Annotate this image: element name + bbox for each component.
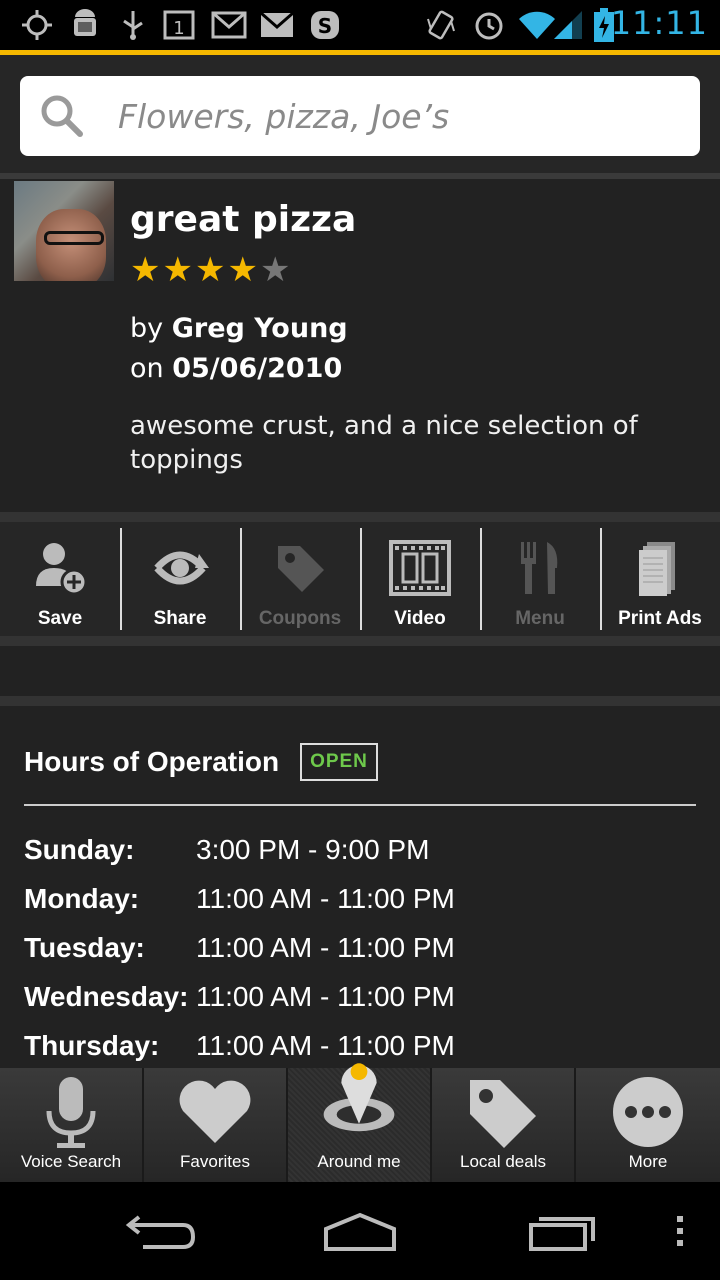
back-icon[interactable] — [120, 1206, 200, 1256]
film-icon — [388, 536, 452, 600]
tab-label: More — [628, 1152, 668, 1171]
action-label: Video — [394, 608, 446, 629]
divider — [0, 696, 720, 706]
coupons-button[interactable]: Coupons — [240, 522, 360, 636]
search-box[interactable] — [20, 76, 700, 156]
search-icon[interactable] — [40, 94, 84, 138]
mail-icon — [258, 8, 296, 42]
star-filled-icon: ★ — [227, 250, 258, 290]
microphone-icon — [31, 1072, 111, 1152]
time-range: 11:00 AM - 11:00 PM — [196, 883, 455, 914]
tab-more[interactable]: More — [576, 1068, 720, 1182]
share-button[interactable]: Share — [120, 522, 240, 636]
review-author[interactable]: Greg Young — [172, 313, 348, 344]
status-clock: 11:11 — [610, 4, 708, 42]
svg-text:1: 1 — [173, 18, 184, 39]
day-label: Thursday: — [24, 1030, 160, 1061]
bottom-tab-bar: Voice Search Favorites Around me Local d… — [0, 1063, 720, 1182]
action-label: Coupons — [258, 608, 342, 629]
tag-icon — [463, 1072, 543, 1152]
usb-icon — [118, 8, 148, 42]
action-label: Print Ads — [618, 608, 702, 629]
home-icon[interactable] — [318, 1206, 402, 1256]
status-badge: OPEN — [300, 743, 378, 781]
time-range: 3:00 PM - 9:00 PM — [196, 834, 430, 865]
divider — [0, 636, 720, 646]
tag-icon — [268, 536, 332, 600]
gmail-icon — [210, 8, 248, 42]
tab-local-deals[interactable]: Local deals — [432, 1068, 576, 1182]
tab-label: Voice Search — [20, 1152, 122, 1171]
star-filled-icon: ★ — [194, 250, 226, 290]
tab-label: Favorites — [180, 1152, 250, 1171]
review-title: great pizza — [130, 199, 357, 240]
hours-section: Hours of Operation OPEN Sunday: 3:00 PM -… — [0, 706, 720, 1068]
action-label: Menu — [515, 608, 565, 629]
action-label: Save — [37, 608, 83, 629]
tab-label: Around me — [317, 1152, 401, 1171]
skype-icon: S — [308, 8, 342, 42]
overflow-menu-icon[interactable] — [668, 1206, 692, 1256]
review-card: great pizza ★ ★ ★ ★ ★ by Greg Young on 05/06… — [0, 179, 720, 512]
signal-icon — [554, 8, 584, 42]
tab-voice-search[interactable]: Voice Search — [0, 1068, 144, 1182]
spacer-band — [0, 646, 720, 696]
search-area — [0, 55, 720, 173]
time-range: 11:00 AM - 11:00 PM — [196, 932, 455, 963]
video-button[interactable]: Video — [360, 522, 480, 636]
tab-label: Local deals — [459, 1152, 546, 1171]
on-prefix: on — [130, 353, 164, 384]
vibrate-icon — [424, 8, 458, 42]
status-bar: 1 S 11:11 — [0, 0, 720, 50]
day-label: Wednesday: — [24, 981, 189, 1012]
by-prefix: by — [130, 313, 164, 344]
hours-divider — [24, 804, 696, 806]
divider — [0, 512, 720, 522]
day-label: Monday: — [24, 883, 140, 914]
menu-button[interactable]: Menu — [480, 522, 600, 636]
review-body: awesome crust, and a nice selection of t… — [130, 411, 638, 475]
recents-icon[interactable] — [522, 1206, 602, 1256]
calendar-icon: 1 — [162, 8, 196, 42]
print-ads-button[interactable]: Print Ads — [600, 522, 720, 636]
review-date: 05/06/2010 — [172, 353, 343, 384]
location-pin-icon — [319, 1054, 399, 1134]
alarm-icon — [472, 8, 506, 42]
gps-icon — [20, 8, 54, 42]
newspaper-icon — [628, 536, 692, 600]
add-user-icon — [28, 536, 92, 600]
wifi-icon — [518, 8, 556, 42]
day-label: Tuesday: — [24, 932, 145, 963]
android-debug-icon — [68, 8, 102, 42]
hours-title: Hours of Operation — [24, 746, 280, 777]
more-dots-icon — [608, 1072, 688, 1152]
share-icon — [148, 536, 212, 600]
day-label: Sunday: — [24, 834, 135, 865]
star-filled-icon: ★ — [130, 250, 161, 290]
time-range: 11:00 AM - 11:00 PM — [196, 981, 455, 1012]
action-bar: Save Share Coupons Video Menu Print Ads — [0, 522, 720, 636]
rating-stars: ★ ★ ★ ★ ★ — [130, 251, 290, 289]
action-label: Share — [153, 608, 207, 629]
status-badge-label: OPEN — [310, 751, 368, 772]
star-filled-icon: ★ — [162, 250, 193, 290]
avatar[interactable] — [14, 181, 114, 281]
save-button[interactable]: Save — [0, 522, 120, 636]
search-input[interactable] — [118, 90, 678, 142]
system-nav-bar — [0, 1182, 720, 1280]
tab-favorites[interactable]: Favorites — [144, 1068, 288, 1182]
review-byline: by Greg Young on 05/06/2010 — [130, 309, 348, 389]
star-empty-icon: ★ — [259, 250, 291, 290]
svg-text:S: S — [318, 14, 332, 38]
heart-icon — [175, 1072, 255, 1152]
fork-knife-icon — [508, 536, 572, 600]
tab-around-me[interactable]: Around me — [288, 1063, 432, 1182]
